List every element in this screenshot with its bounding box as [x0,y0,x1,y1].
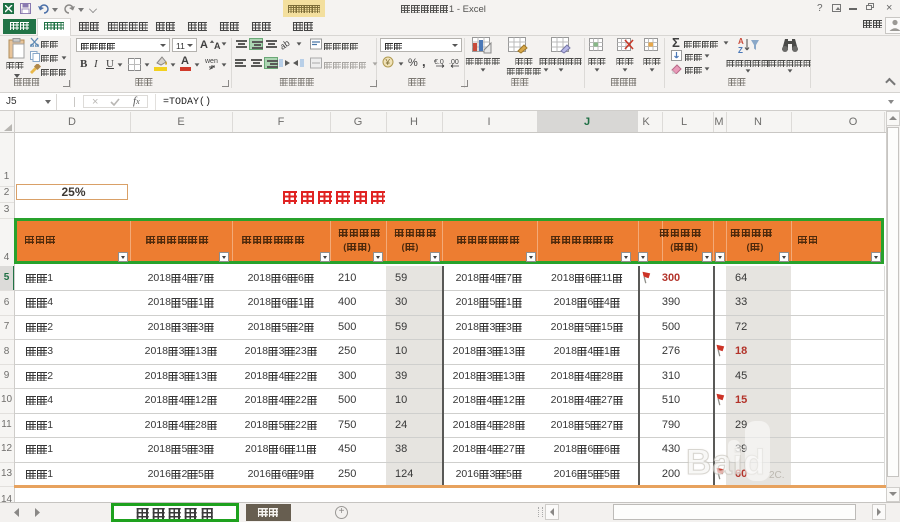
svg-text:.00: .00 [449,59,459,66]
svg-text:wen: wen [205,58,218,65]
svg-text:Z: Z [738,46,743,54]
svg-text:ab: ab [281,38,292,50]
svg-text:A: A [738,37,744,46]
svg-text:¥: ¥ [385,58,391,67]
